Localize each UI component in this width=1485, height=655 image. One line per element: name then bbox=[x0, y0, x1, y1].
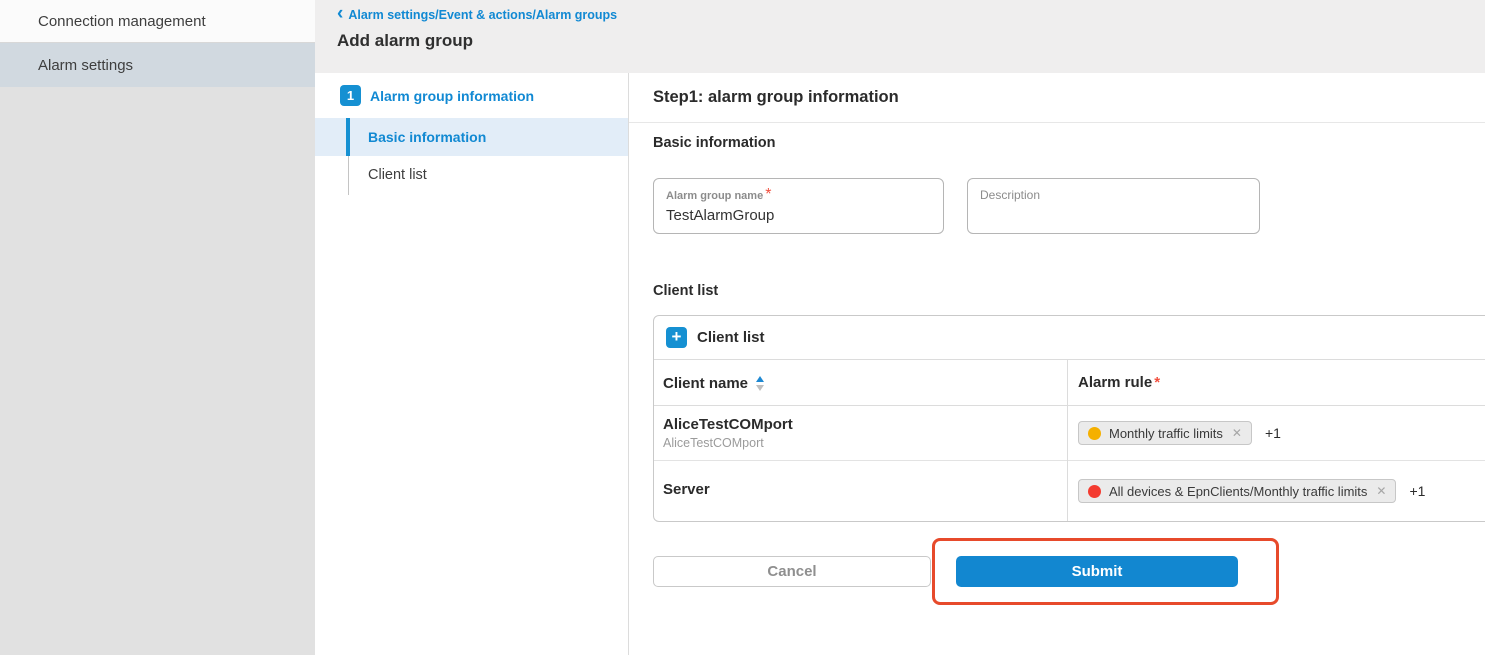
cancel-button[interactable]: Cancel bbox=[653, 556, 931, 587]
alarm-rule-tag: All devices & EpnClients/Monthly traffic… bbox=[1078, 479, 1396, 503]
severity-dot-icon bbox=[1088, 485, 1101, 498]
client-list-card: + Client list Client name Alarm rule* bbox=[653, 315, 1485, 522]
sort-control[interactable] bbox=[756, 376, 764, 391]
substep-client-list[interactable]: Client list bbox=[315, 156, 628, 195]
client-list-card-title: Client list bbox=[697, 316, 765, 360]
client-list-heading: Client list bbox=[653, 283, 718, 299]
step-content-title: Step1: alarm group information bbox=[653, 88, 899, 107]
substep-label: Basic information bbox=[368, 118, 486, 156]
alarm-group-name-label: Alarm group name bbox=[666, 190, 763, 202]
breadcrumb-path: Alarm settings/Event & actions/Alarm gro… bbox=[348, 8, 617, 22]
description-input[interactable] bbox=[968, 179, 1259, 233]
severity-dot-icon bbox=[1088, 427, 1101, 440]
alarm-rule-cell: All devices & EpnClients/Monthly traffic… bbox=[1078, 461, 1425, 521]
breadcrumb[interactable]: ‹ Alarm settings/Event & actions/Alarm g… bbox=[337, 8, 617, 22]
back-chevron-icon: ‹ bbox=[337, 6, 343, 22]
basic-information-heading: Basic information bbox=[653, 135, 775, 151]
remove-tag-icon[interactable]: ✕ bbox=[1232, 426, 1242, 440]
column-divider bbox=[1067, 360, 1068, 521]
alarm-group-name-input[interactable] bbox=[666, 207, 931, 224]
sidebar-item-connection-management[interactable]: Connection management bbox=[0, 0, 315, 43]
column-header-client-name[interactable]: Client name bbox=[663, 360, 764, 406]
required-asterisk: * bbox=[1154, 374, 1160, 391]
extra-rules-count[interactable]: +1 bbox=[1265, 425, 1281, 441]
client-name: Server bbox=[663, 481, 710, 498]
app-sidebar: Connection management Alarm settings bbox=[0, 0, 315, 655]
step-1-header[interactable]: 1 Alarm group information bbox=[340, 85, 534, 106]
substep-basic-information[interactable]: Basic information bbox=[315, 118, 628, 156]
table-row: AliceTestCOMport AliceTestCOMport Monthl… bbox=[654, 406, 1485, 461]
extra-rules-count[interactable]: +1 bbox=[1409, 483, 1425, 499]
client-subtitle: AliceTestCOMport bbox=[663, 436, 793, 450]
remove-tag-icon[interactable]: ✕ bbox=[1376, 484, 1386, 498]
page-header: ‹ Alarm settings/Event & actions/Alarm g… bbox=[315, 0, 1485, 73]
sort-asc-icon bbox=[756, 376, 764, 382]
sidebar-item-label: Alarm settings bbox=[38, 57, 133, 74]
page-title: Add alarm group bbox=[337, 31, 473, 51]
add-client-button[interactable]: + bbox=[666, 327, 687, 348]
plus-icon: + bbox=[672, 328, 682, 345]
client-name-cell: AliceTestCOMport AliceTestCOMport bbox=[663, 406, 793, 460]
app-window: Connection management Alarm settings ‹ A… bbox=[0, 0, 1485, 655]
table-header-row: Client name Alarm rule* bbox=[654, 360, 1485, 406]
column-label: Alarm rule bbox=[1078, 374, 1152, 391]
table-row: Server All devices & EpnClients/Monthly … bbox=[654, 461, 1485, 521]
main-content: Step1: alarm group information Basic inf… bbox=[629, 73, 1485, 655]
column-label: Client name bbox=[663, 375, 748, 392]
client-name: AliceTestCOMport bbox=[663, 416, 793, 433]
submit-button[interactable]: Submit bbox=[956, 556, 1238, 587]
title-divider bbox=[629, 122, 1485, 123]
description-field[interactable] bbox=[967, 178, 1260, 234]
step-number-badge: 1 bbox=[340, 85, 361, 106]
alarm-rule-tag: Monthly traffic limits ✕ bbox=[1078, 421, 1252, 445]
sidebar-item-alarm-settings[interactable]: Alarm settings bbox=[0, 43, 315, 87]
alarm-rule-label: Monthly traffic limits bbox=[1109, 426, 1223, 441]
alarm-rule-label: All devices & EpnClients/Monthly traffic… bbox=[1109, 484, 1367, 499]
sort-desc-icon bbox=[756, 385, 764, 391]
step-nav-panel: 1 Alarm group information Basic informat… bbox=[315, 73, 629, 655]
client-list-card-header: + Client list bbox=[654, 316, 1485, 360]
alarm-group-name-field[interactable]: Alarm group name* bbox=[653, 178, 944, 234]
step-label: Alarm group information bbox=[370, 88, 534, 104]
sidebar-item-label: Connection management bbox=[38, 13, 206, 30]
required-asterisk: * bbox=[765, 186, 771, 203]
substep-label: Client list bbox=[368, 156, 427, 195]
client-name-cell: Server bbox=[663, 461, 710, 521]
active-substep-bar bbox=[346, 118, 350, 156]
column-header-alarm-rule: Alarm rule* bbox=[1078, 360, 1160, 406]
alarm-rule-cell: Monthly traffic limits ✕ +1 bbox=[1078, 406, 1281, 460]
